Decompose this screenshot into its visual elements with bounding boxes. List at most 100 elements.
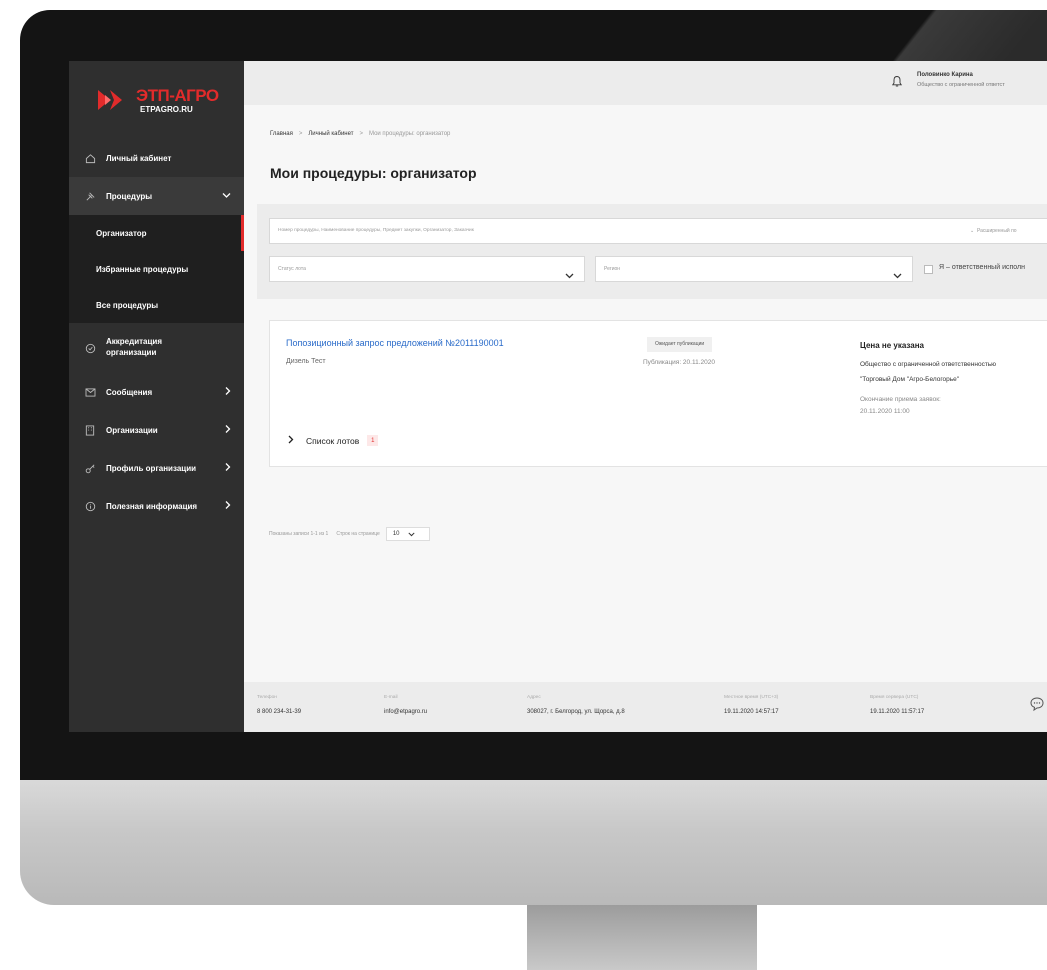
sidebar-subitem-favorites[interactable]: Избранные процедуры — [69, 251, 244, 287]
footer-local-time-value: 19.11.2020 14:57:17 — [724, 709, 779, 715]
search-input[interactable]: Номер процедуры, Наименование процедуры,… — [269, 218, 1047, 244]
sidebar-item-procedures[interactable]: Процедуры — [69, 177, 244, 215]
chevron-down-icon — [893, 266, 902, 284]
sidebar-item-useful-info[interactable]: Полезная информация — [69, 487, 244, 525]
chevron-right-icon — [225, 463, 231, 474]
sidebar-item-label-line1: Аккредитация — [106, 337, 162, 347]
logo-mark-icon — [96, 87, 130, 113]
home-icon — [84, 152, 96, 164]
sidebar-item-cabinet[interactable]: Личный кабинет — [69, 139, 244, 177]
chevron-right-icon — [225, 387, 231, 398]
breadcrumb-home[interactable]: Главная — [270, 131, 293, 137]
topbar: Половинко Карина Общество с ограниченной… — [244, 61, 1047, 105]
procedure-card: Попозиционный запрос предложений №201119… — [269, 320, 1047, 467]
chat-icon[interactable] — [1029, 696, 1045, 717]
procedure-title-link[interactable]: Попозиционный запрос предложений №201119… — [286, 338, 504, 348]
chevron-right-icon — [225, 501, 231, 512]
sidebar-item-label: Полезная информация — [106, 501, 198, 511]
lots-toggle[interactable]: Список лотов 1 — [288, 435, 379, 446]
user-name[interactable]: Половинко Карина — [917, 72, 973, 78]
info-icon — [84, 500, 96, 512]
breadcrumb-separator-icon: > — [298, 131, 303, 137]
screen: ЭТП-АГРО ETPAGRO.RU Личный кабинет Проце… — [69, 61, 1047, 732]
page-title: Мои процедуры: организатор — [270, 165, 477, 181]
rows-per-page-select[interactable]: 10 — [385, 527, 430, 541]
chevron-down-icon — [222, 192, 231, 201]
footer-address-value: 308027, г. Белгород, ул. Щорса, д.8 — [527, 709, 625, 715]
rows-per-page-value: 10 — [392, 531, 400, 537]
sidebar-item-label: Процедуры — [106, 191, 153, 201]
responsible-checkbox[interactable] — [924, 265, 933, 274]
footer-server-time: Время сервера (UTC) 19.11.2020 11:57:17 — [870, 695, 924, 715]
sidebar: ЭТП-АГРО ETPAGRO.RU Личный кабинет Проце… — [69, 61, 244, 732]
check-circle-icon — [84, 342, 96, 354]
bell-icon[interactable] — [891, 75, 903, 93]
lot-status-select[interactable]: Статус лота — [269, 256, 585, 282]
responsible-checkbox-label[interactable]: Я – ответственный исполн — [939, 264, 1025, 271]
main-content: Главная > Личный кабинет > Мои процедуры: ор… — [244, 105, 1047, 732]
footer-email: E-mail info@etpagro.ru — [384, 695, 427, 715]
filter-panel: Номер процедуры, Наименование процедуры,… — [257, 204, 1047, 299]
building-icon — [84, 424, 96, 436]
sidebar-item-messages[interactable]: Сообщения — [69, 373, 244, 411]
sidebar-item-label: Профиль организации — [106, 463, 197, 473]
sidebar-subitem-all[interactable]: Все процедуры — [69, 287, 244, 323]
monitor-stand — [527, 905, 757, 970]
breadcrumb-cabinet[interactable]: Личный кабинет — [308, 131, 353, 137]
region-placeholder: Регион — [604, 266, 621, 272]
sidebar-item-label: Сообщения — [106, 387, 153, 397]
procedure-subject: Дизель Тест — [286, 358, 326, 365]
footer-phone-value[interactable]: 8 800 234-31-39 — [257, 709, 301, 715]
chevron-right-icon — [225, 425, 231, 436]
sidebar-item-org-profile[interactable]: Профиль организации — [69, 449, 244, 487]
breadcrumb-separator-icon: > — [359, 131, 364, 137]
organizer-name-line1: Общество с ограниченной ответственностью — [860, 361, 997, 368]
sidebar-item-organizations[interactable]: Организации — [69, 411, 244, 449]
deadline-label: Окончание приема заявок: — [860, 396, 941, 403]
chevron-down-icon — [565, 266, 574, 284]
chevron-down-icon — [407, 532, 415, 536]
breadcrumb: Главная > Личный кабинет > Мои процедуры: ор… — [270, 131, 450, 137]
lot-status-placeholder: Статус лота — [278, 266, 306, 272]
lots-label: Список лотов — [306, 435, 360, 446]
footer-phone: Телефон 8 800 234-31-39 — [257, 695, 301, 715]
monitor-chin — [20, 780, 1047, 905]
advanced-search-toggle[interactable]: ⌄ Расширенный по — [970, 228, 1017, 234]
sidebar-item-label: Организации — [106, 425, 158, 435]
rows-per-page-label: Строк на странице — [336, 531, 380, 537]
chevron-right-icon — [288, 435, 294, 446]
chevron-down-icon: ⌄ — [970, 228, 975, 234]
footer: Телефон 8 800 234-31-39 E-mail info@etpa… — [244, 682, 1047, 732]
organizer-name-line2: "Торговый Дом "Агро-Белогорье" — [860, 376, 960, 383]
gavel-icon — [84, 190, 96, 202]
footer-local-time-label: Местное время (UTC+3) — [724, 695, 779, 700]
footer-server-time-label: Время сервера (UTC) — [870, 695, 919, 700]
footer-email-value[interactable]: info@etpagro.ru — [384, 709, 427, 715]
advanced-search-label: Расширенный по — [976, 228, 1017, 234]
deadline-date: 20.11.2020 11:00 — [860, 408, 910, 415]
publication-date: Публикация: 20.11.2020 — [643, 359, 715, 366]
sidebar-subitem-organizer[interactable]: Организатор — [69, 215, 244, 251]
sidebar-item-label: Личный кабинет — [106, 153, 172, 163]
logo-domain: ETPAGRO.RU — [140, 104, 193, 114]
footer-local-time: Местное время (UTC+3) 19.11.2020 14:57:1… — [724, 695, 779, 715]
status-badge: Ожидает публикации — [647, 337, 713, 352]
lots-count-badge: 1 — [367, 435, 379, 446]
footer-email-label: E-mail — [384, 695, 398, 700]
records-shown: Показаны записи 1-1 из 1 — [269, 531, 329, 537]
logo-title: ЭТП-АГРО — [136, 85, 219, 105]
user-organization: Общество с ограниченной ответст — [917, 82, 1005, 88]
footer-address-label: Адрес — [527, 695, 541, 700]
breadcrumb-current: Мои процедуры: организатор — [369, 131, 451, 137]
sidebar-item-label-line2: организации — [106, 348, 157, 357]
pagination: Показаны записи 1-1 из 1 Строк на страни… — [269, 527, 430, 541]
footer-address: Адрес 308027, г. Белгород, ул. Щорса, д.… — [527, 695, 625, 715]
footer-server-time-value: 19.11.2020 11:57:17 — [870, 709, 925, 715]
mail-icon — [84, 386, 96, 398]
logo[interactable]: ЭТП-АГРО ETPAGRO.RU — [69, 61, 244, 139]
search-placeholder: Номер процедуры, Наименование процедуры,… — [278, 228, 474, 233]
sidebar-item-accreditation[interactable]: Аккредитация организации — [69, 323, 244, 373]
key-icon — [84, 462, 96, 474]
price: Цена не указана — [860, 341, 924, 350]
region-select[interactable]: Регион — [595, 256, 913, 282]
